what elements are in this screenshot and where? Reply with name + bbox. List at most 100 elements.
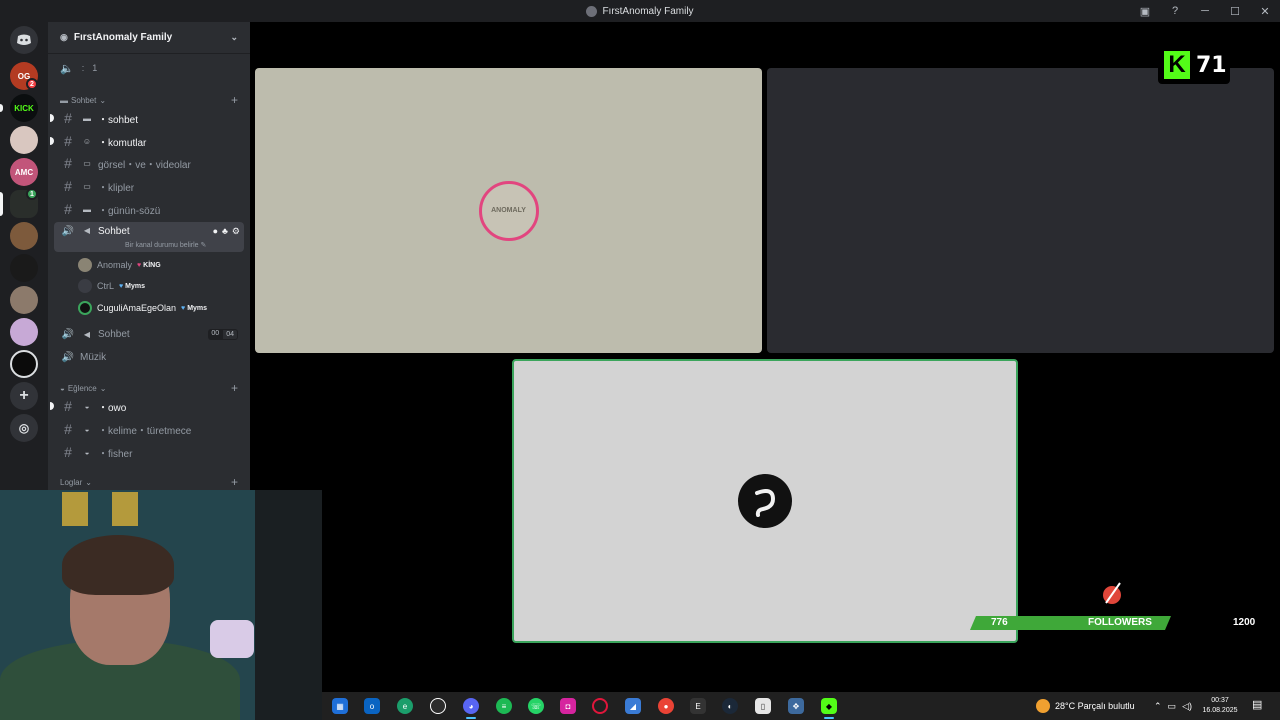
channel-label: ・günün-sözü [98, 205, 161, 217]
server-ring[interactable] [10, 350, 38, 378]
kick-app-icon[interactable]: ◆ [821, 698, 837, 719]
stream-tile-anomaly[interactable]: ANOMALY [255, 68, 762, 353]
server-dark[interactable] [10, 254, 38, 282]
chrome-icon[interactable]: ● [658, 698, 674, 714]
volume-icon[interactable]: ◁) [1182, 701, 1192, 712]
channel-kelime-turetmece[interactable]: # ◒ ・kelime・türetmece [54, 419, 244, 439]
channel-gorsel-ve-videolar[interactable]: # ▭ görsel・ve・videolar [54, 153, 244, 173]
opera-icon[interactable] [592, 698, 608, 714]
stream-tile-empty[interactable] [767, 68, 1274, 353]
plus-icon[interactable]: + [10, 382, 38, 410]
invite-icon[interactable]: ♣ [222, 226, 228, 237]
discord-icon[interactable]: ◕ [463, 698, 479, 719]
outlook-icon[interactable]: o [364, 698, 380, 714]
compass-icon[interactable]: ◎ [10, 414, 38, 442]
channel-actions: ● ♣ ⚙ [213, 226, 244, 237]
channel-sidebar: ◉ FırstAnomaly Family ⌄ 🔈 : 1 ▬ Sohbet ⌄… [48, 22, 250, 490]
speaker-icon: 🔊 [61, 226, 75, 237]
unread-indicator [50, 137, 54, 145]
server-bus[interactable] [10, 126, 38, 154]
boost-separator: : [81, 63, 85, 73]
speaker-muted-icon: 🔈 [60, 62, 74, 75]
server-og-badge: 2 [26, 78, 38, 90]
server-kick-label: KICK [14, 103, 34, 113]
voice-user[interactable]: Anomaly ♥ KİNG [78, 255, 161, 275]
gear-icon[interactable]: ⚙ [232, 226, 240, 237]
voice-user[interactable]: CtrL ♥ Myms [78, 276, 145, 296]
instagram-icon[interactable]: ◘ [560, 698, 576, 714]
voice-user-speaking[interactable]: CuguliAmaEgeOlan ♥ Myms [78, 298, 207, 318]
category-sohbet[interactable]: ▬ Sohbet ⌄ + [48, 93, 250, 107]
feather-icon [1103, 582, 1121, 604]
category-loglar[interactable]: Loglar ⌄ + [48, 475, 250, 489]
channel-sohbet[interactable]: # ▬ ・sohbet [50, 108, 244, 128]
network-icon[interactable]: ▭ [1168, 701, 1177, 712]
channel-owo[interactable]: # ◒ ・owo [50, 396, 244, 416]
category-eglence[interactable]: ◒ Eğlence ⌄ + [48, 381, 250, 395]
discord-home-icon[interactable] [10, 26, 38, 54]
clock-time: 00:37 [1211, 697, 1229, 704]
weather-widget[interactable]: 28°C Parçalı bulutlu [1036, 692, 1135, 720]
followers-goal: 1200 [1233, 617, 1256, 628]
edge-icon[interactable]: e [397, 698, 413, 714]
server-pink[interactable] [10, 318, 38, 346]
webcam-shelf [255, 490, 322, 720]
screen: FırstAnomaly Family ▣ ? ─ ☐ ✕ OG 2 KICK … [0, 0, 1280, 720]
server-amc[interactable]: AMC [10, 158, 38, 186]
webcam-person-hair [62, 535, 174, 595]
stream-tile-cuguli[interactable] [512, 359, 1018, 643]
voice-channel-muzik[interactable]: 🔊 Müzik [54, 347, 244, 367]
user-count: 00 [208, 328, 223, 340]
chevron-up-icon[interactable]: ⌃ [1154, 701, 1162, 712]
hash-icon: # [64, 133, 72, 149]
chevron-down-icon: ⌄ [230, 32, 238, 42]
speaker-icon: 🔊 [61, 328, 75, 340]
minimize-icon[interactable]: ─ [1190, 0, 1220, 22]
viewer-count: 71 [1196, 52, 1227, 78]
avatar: ANOMALY [478, 180, 539, 241]
add-channel-icon[interactable]: + [231, 381, 238, 395]
epic-icon[interactable]: E [690, 698, 706, 714]
user-limit: 04 [222, 328, 238, 340]
role-label: Myms [187, 304, 208, 312]
clock[interactable]: 00:37 16.08.2025 [1198, 696, 1242, 716]
gamepad-icon: ◒ [84, 401, 90, 411]
category-label: Sohbet [71, 95, 97, 105]
boost-goal[interactable]: 🔈 : 1 [48, 54, 250, 82]
obs-icon[interactable] [430, 698, 446, 714]
server-kick[interactable]: KICK [10, 94, 38, 122]
spotify-icon[interactable]: ≡ [496, 698, 512, 714]
whatsapp-icon[interactable]: ☏ [528, 698, 544, 714]
webcam-poster [62, 492, 88, 526]
weather-text: 28°C Parçalı bulutlu [1055, 701, 1135, 711]
channel-label: ・klipler [98, 182, 135, 194]
channel-label: ・kelime・türetmece [98, 425, 192, 437]
file-icon[interactable]: ▯ [755, 698, 771, 714]
channel-fisher[interactable]: # ◒ ・fisher [54, 442, 244, 462]
system-tray[interactable]: ⌃ ▭ ◁) [1154, 692, 1192, 720]
paint-icon[interactable]: ◢ [625, 698, 641, 714]
start-icon[interactable]: ▦ [332, 698, 348, 714]
maximize-icon[interactable]: ☐ [1220, 0, 1250, 22]
notification-icon[interactable]: ▤ [1252, 698, 1262, 711]
help-icon[interactable]: ? [1160, 0, 1190, 22]
close-icon[interactable]: ✕ [1250, 0, 1280, 22]
channel-klipler[interactable]: # ▭ ・klipler [54, 176, 244, 196]
title-bar: FırstAnomaly Family ▣ ? ─ ☐ ✕ [0, 0, 1280, 22]
channel-komutlar[interactable]: # ☺ ・komutlar [50, 131, 244, 151]
server-header[interactable]: ◉ FırstAnomaly Family ⌄ [48, 22, 250, 54]
inbox-icon[interactable]: ▣ [1130, 0, 1160, 22]
hash-icon: # [64, 201, 72, 217]
voice-channel-sohbet-2[interactable]: 🔊 ◀ Sohbet 00 04 [54, 324, 244, 344]
settings-icon[interactable]: ✥ [788, 698, 804, 714]
server-face[interactable] [10, 286, 38, 314]
chat-icon[interactable]: ● [213, 226, 218, 237]
channel-gunun-sozu[interactable]: # ▬ ・günün-sözü [54, 199, 244, 219]
steam-icon[interactable]: ◐ [722, 698, 738, 714]
role-tag: ♥ KİNG [137, 262, 161, 269]
add-channel-icon[interactable]: + [231, 93, 238, 107]
channel-status-prompt[interactable]: Bir kanal durumu belirle ✎ [125, 241, 206, 249]
server-anime[interactable] [10, 222, 38, 250]
gamepad-icon: ◒ [60, 383, 65, 393]
add-channel-icon[interactable]: + [231, 475, 238, 489]
